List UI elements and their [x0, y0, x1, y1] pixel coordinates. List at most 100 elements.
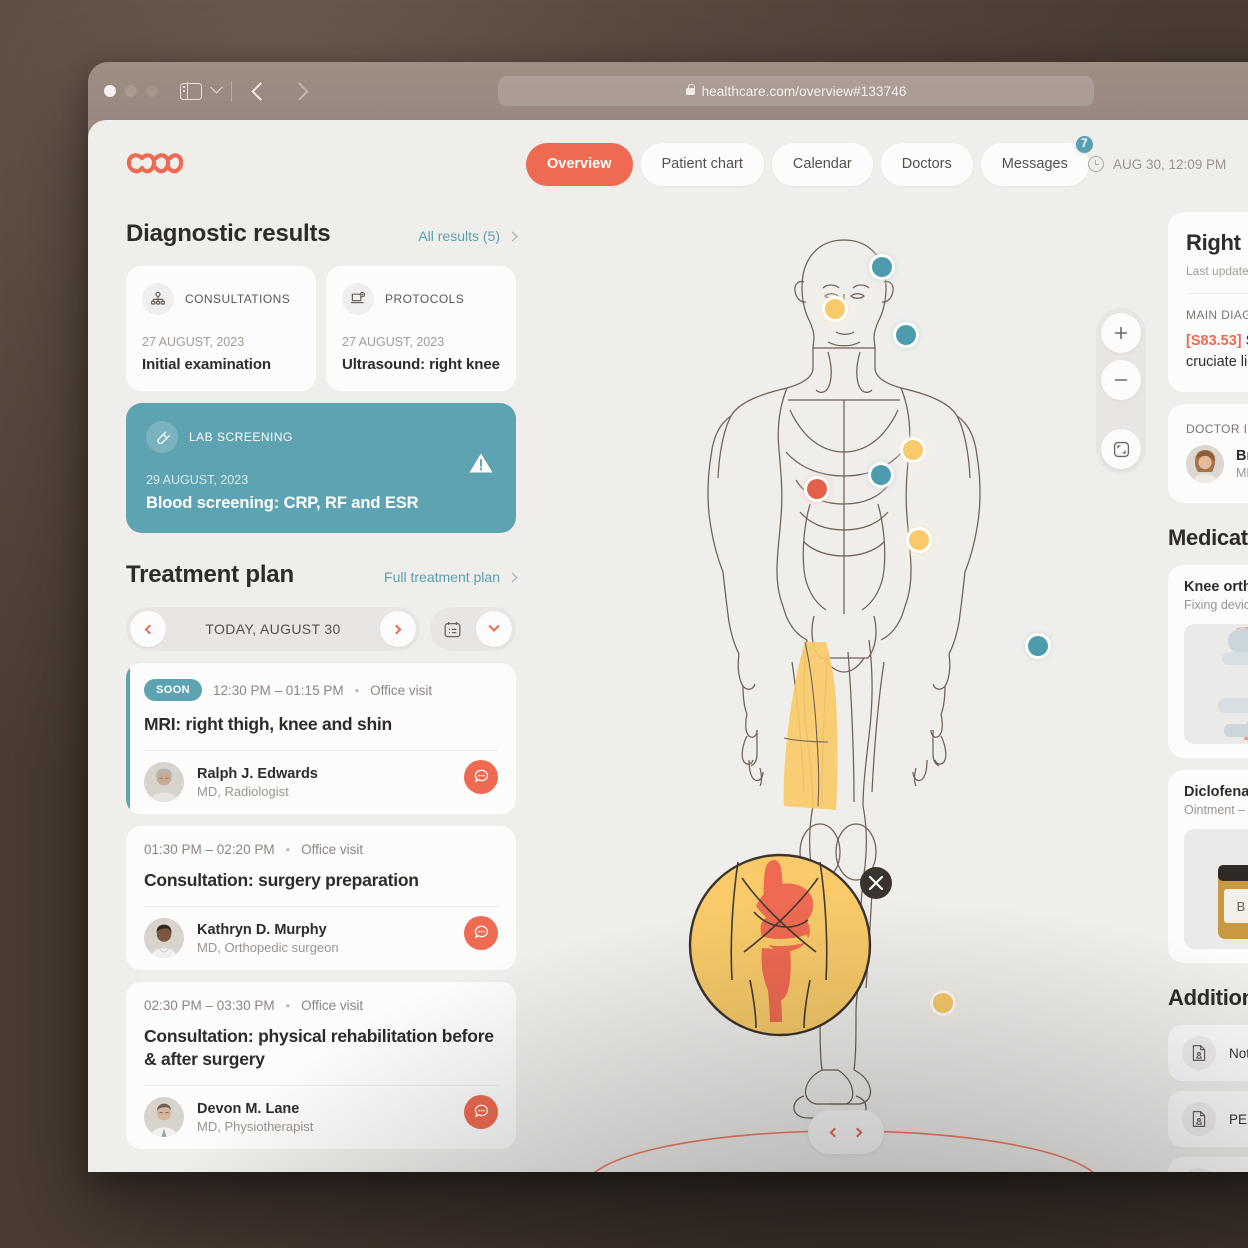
appointment-card[interactable]: 01:30 PM – 02:20 PM • Office visit Consu…: [126, 826, 516, 971]
lab-screening-card[interactable]: LAB SCREENING 29 AUGUST, 2023 Blood scre…: [126, 403, 516, 533]
chevron-right-icon[interactable]: [852, 1127, 863, 1137]
tab-patient-chart[interactable]: Patient chart: [640, 142, 764, 186]
medication-card[interactable]: Diclofenac Ointment – 2% B: [1168, 770, 1248, 964]
close-window-button[interactable]: [104, 85, 116, 97]
appointment-meta: SOON 12:30 PM – 01:15 PM • Office visit: [144, 679, 498, 701]
zoom-controls[interactable]: [1096, 308, 1146, 474]
additional-info-label: Note: How to prepare for MRI: [1229, 1045, 1248, 1061]
chest-right-marker: [903, 440, 923, 460]
left-temple-marker: [825, 299, 845, 319]
fit-screen-button[interactable]: [1101, 429, 1141, 469]
all-results-link[interactable]: All results (5): [418, 228, 518, 244]
diagnosis-text: [S83.53] Sprain and strain of cruciate l…: [1186, 331, 1248, 372]
next-day-button[interactable]: [379, 611, 416, 647]
avatar: [1186, 445, 1224, 484]
app-header: Overview Patient chart Calendar Doctors …: [88, 120, 1248, 208]
tab-calendar[interactable]: Calendar: [771, 142, 873, 186]
chevron-right-icon: [507, 231, 518, 241]
browser-window: healthcare.com/overview#133746 Overview …: [88, 62, 1248, 1172]
additional-info-row[interactable]: Knee joint anatomy: video: [1168, 1157, 1248, 1172]
tab-messages[interactable]: Messages 7: [980, 133, 1095, 186]
chevron-down-icon: [488, 620, 500, 632]
medication-image: [1184, 624, 1248, 745]
calendar-controls: [430, 607, 516, 651]
doctor-name: Brooklyn S. Simmons: [1236, 448, 1248, 465]
forward-arrow-icon[interactable]: [290, 81, 309, 101]
full-treatment-plan-link[interactable]: Full treatment plan: [384, 569, 518, 585]
appointment-card[interactable]: 02:30 PM – 03:30 PM • Office visit Consu…: [126, 982, 516, 1150]
avatar: [144, 1097, 184, 1138]
abdomen-marker: [909, 530, 929, 550]
prev-day-button[interactable]: [130, 611, 166, 647]
zoom-out-button[interactable]: [1101, 360, 1141, 400]
zoom-in-button[interactable]: [1101, 313, 1141, 353]
appointment-doctor: Kathryn D. Murphy MD, Orthopedic surgeon: [144, 906, 498, 959]
document-icon: [1182, 1036, 1216, 1071]
treatment-plan-title: Treatment plan: [126, 561, 294, 588]
tab-doctors[interactable]: Doctors: [880, 142, 973, 186]
appointment-title: Consultation: physical rehabilitation be…: [144, 1026, 494, 1070]
tab-messages-label: Messages: [1001, 156, 1068, 172]
minus-icon: [1114, 379, 1128, 381]
knee-title: Right knee: [1186, 230, 1248, 255]
back-arrow-icon[interactable]: [251, 81, 270, 101]
additional-info-row[interactable]: PE during rehabilitation: [1168, 1091, 1248, 1148]
all-results-label: All results (5): [418, 228, 500, 244]
additional-info-row[interactable]: Note: How to prepare for MRI: [1168, 1025, 1248, 1082]
appointment-title: Consultation: surgery preparation: [144, 870, 419, 891]
doctor-info: Devon M. Lane MD, Physiotherapist: [197, 1101, 313, 1134]
date-pill: TODAY, AUGUST 30: [126, 607, 420, 651]
app-viewport: Overview Patient chart Calendar Doctors …: [88, 120, 1248, 1172]
separator-dot: •: [285, 842, 291, 858]
expand-schedule-button[interactable]: [476, 611, 512, 647]
doctor-role: MD, Radiologist: [197, 783, 289, 799]
medication-card[interactable]: Knee orthosis Fixing device: [1168, 565, 1248, 759]
card-kicker: CONSULTATIONS: [185, 292, 291, 306]
chat-button[interactable]: [464, 759, 498, 794]
current-datetime: AUG 30, 12:09 PM: [1088, 156, 1226, 172]
body-view-carousel[interactable]: [808, 1110, 884, 1154]
appointment-doctor: Ralph J. Edwards MD, Radiologist: [144, 750, 498, 803]
window-controls[interactable]: [104, 85, 158, 97]
treatment-plan-section: Treatment plan Full treatment plan TODAY…: [126, 561, 518, 1150]
card-name: Ultrasound: right knee: [342, 356, 500, 373]
tab-overview[interactable]: Overview: [526, 142, 633, 186]
document-icon: [1182, 1102, 1216, 1137]
chevron-left-icon[interactable]: [829, 1127, 840, 1137]
diagnostic-card-protocols[interactable]: PROTOCOLS 27 AUGUST, 2023 Ultrasound: ri…: [326, 266, 516, 391]
card-header: CONSULTATIONS: [142, 283, 300, 315]
doctor-name: Ralph J. Edwards: [197, 765, 318, 782]
minimize-window-button[interactable]: [125, 85, 137, 97]
chat-button[interactable]: [464, 1094, 498, 1129]
chevron-left-icon: [144, 624, 154, 634]
diagnostic-card-consultations[interactable]: CONSULTATIONS 27 AUGUST, 2023 Initial ex…: [126, 266, 316, 391]
doctor-name: Devon M. Lane: [197, 1100, 300, 1117]
appointment-card[interactable]: SOON 12:30 PM – 01:15 PM • Office visit …: [126, 663, 516, 815]
sternum-marker: [871, 465, 891, 485]
jaw-marker: [896, 325, 916, 345]
appointment-meta: 02:30 PM – 03:30 PM • Office visit: [144, 998, 498, 1013]
toolbar-divider: [231, 81, 232, 101]
maximize-window-button[interactable]: [146, 85, 158, 97]
medication-dose: Ointment – 2%: [1184, 803, 1248, 818]
doctor-role: MD, Orthopedic surgeon: [197, 939, 339, 955]
head-marker: [872, 257, 892, 277]
sidebar-toggle-icon[interactable]: [180, 81, 202, 101]
main-nav-tabs[interactable]: Overview Patient chart Calendar Doctors …: [526, 133, 1095, 186]
url-bar[interactable]: healthcare.com/overview#133746: [498, 76, 1094, 106]
calendar-button[interactable]: [434, 611, 470, 647]
anatomical-figure[interactable]: [528, 212, 1148, 1172]
doctor-row[interactable]: Brooklyn S. Simmons MD, Traumatologist: [1186, 445, 1248, 484]
chevron-down-icon[interactable]: [210, 80, 223, 94]
chat-button[interactable]: [464, 915, 498, 950]
last-update: Last update: TODAY, 07:49 AM: [1186, 264, 1248, 278]
body-map-stage[interactable]: [528, 212, 1148, 1172]
appointment-meta: 01:30 PM – 02:20 PM • Office visit: [144, 842, 498, 857]
clock-icon: [1088, 156, 1104, 172]
last-update-label: Last update:: [1186, 264, 1248, 278]
healthcare-logo[interactable]: [126, 149, 184, 179]
separator-dot: •: [354, 682, 360, 698]
card-header: LAB SCREENING: [146, 421, 496, 453]
treatment-plan-header: Treatment plan Full treatment plan: [126, 561, 518, 589]
plus-icon: [1114, 326, 1128, 340]
